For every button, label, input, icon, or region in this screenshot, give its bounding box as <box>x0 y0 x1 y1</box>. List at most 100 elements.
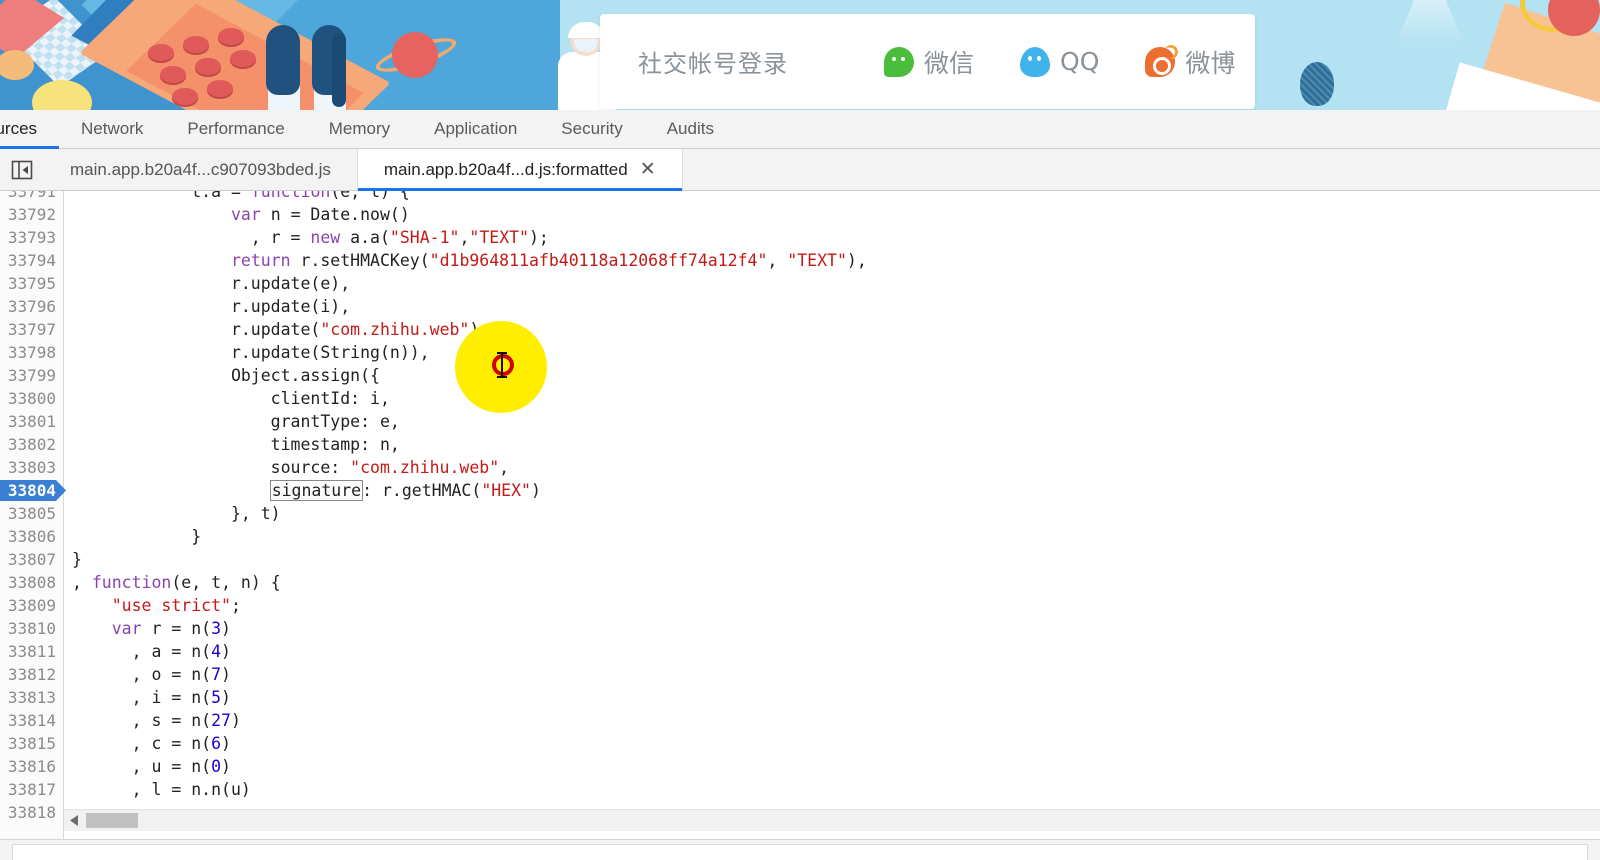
code-line-text: , i = n(5) <box>72 686 231 709</box>
code-line[interactable]: 33799 Object.assign({ <box>0 364 1600 387</box>
qq-icon <box>1020 46 1051 77</box>
code-line[interactable]: 33798 r.update(String(n)), <box>0 341 1600 364</box>
line-number[interactable]: 33801 <box>0 410 56 433</box>
code-line[interactable]: 33797 r.update("com.zhihu.web"), <box>0 318 1600 341</box>
line-number[interactable]: 33814 <box>0 709 56 732</box>
scrollbar-thumb[interactable] <box>86 813 138 828</box>
line-number[interactable]: 33803 <box>0 456 56 479</box>
code-line[interactable]: 33810 var r = n(3) <box>0 617 1600 640</box>
code-line[interactable]: 33809 "use strict"; <box>0 594 1600 617</box>
code-line[interactable]: 33815 , c = n(6) <box>0 732 1600 755</box>
code-line-text: var n = Date.now() <box>72 203 410 226</box>
code-line-text: timestamp: n, <box>72 433 400 456</box>
line-number[interactable]: 33811 <box>0 640 56 663</box>
line-number[interactable]: 33798 <box>0 341 56 364</box>
line-number[interactable]: 33799 <box>0 364 56 387</box>
line-number[interactable]: 33817 <box>0 778 56 801</box>
line-number[interactable]: 33809 <box>0 594 56 617</box>
code-line[interactable]: 33814 , s = n(27) <box>0 709 1600 732</box>
line-number[interactable]: 33813 <box>0 686 56 709</box>
line-number[interactable]: 33812 <box>0 663 56 686</box>
line-number[interactable]: 33818 <box>0 801 56 824</box>
code-token: return <box>230 251 291 270</box>
code-token: "TEXT" <box>787 251 847 270</box>
code-line[interactable]: 33804 signature: r.getHMAC("HEX") <box>0 479 1600 502</box>
code-token: r.update(String(n)), <box>72 343 430 362</box>
code-token: , <box>767 251 788 270</box>
social-login-weibo[interactable]: 微博 <box>1145 44 1235 80</box>
editor-horizontal-scrollbar[interactable] <box>64 809 1600 831</box>
code-token: , <box>459 228 470 247</box>
line-number[interactable]: 33802 <box>0 433 56 456</box>
tab-application[interactable]: Application <box>412 110 539 149</box>
line-number[interactable]: 33796 <box>0 295 56 318</box>
line-number[interactable]: 33791 <box>0 191 56 203</box>
code-token: ); <box>529 228 549 247</box>
code-line-text: clientId: i, <box>72 387 390 410</box>
file-tab-formatted[interactable]: main.app.b20a4f...d.js:formatted ✕ <box>357 149 683 191</box>
line-number[interactable]: 33808 <box>0 571 56 594</box>
code-line[interactable]: 33795 r.update(e), <box>0 272 1600 295</box>
code-line[interactable]: 33817 , l = n.n(u) <box>0 778 1600 801</box>
tab-sources[interactable]: ources <box>0 110 60 149</box>
code-token: , u = n( <box>72 757 212 776</box>
code-token: , s = n( <box>72 711 212 730</box>
code-line[interactable]: 33805 }, t) <box>0 502 1600 525</box>
line-number[interactable]: 33815 <box>0 732 56 755</box>
code-line[interactable]: 33811 , a = n(4) <box>0 640 1600 663</box>
code-line[interactable]: 33801 grantType: e, <box>0 410 1600 433</box>
code-line[interactable]: 33812 , o = n(7) <box>0 663 1600 686</box>
banner-lamp <box>1395 0 1465 46</box>
code-line[interactable]: 33796 r.update(i), <box>0 295 1600 318</box>
line-number[interactable]: 33804 <box>0 479 56 502</box>
code-line[interactable]: 33802 timestamp: n, <box>0 433 1600 456</box>
line-number[interactable]: 33797 <box>0 318 56 341</box>
code-token: timestamp: n, <box>72 435 400 454</box>
line-number[interactable]: 33793 <box>0 226 56 249</box>
code-line-text: , c = n(6) <box>72 732 231 755</box>
line-number[interactable]: 33800 <box>0 387 56 410</box>
code-token: 7 <box>211 665 222 684</box>
code-token: , <box>499 458 510 477</box>
code-line[interactable]: 33794 return r.setHMACKey("d1b964811afb4… <box>0 249 1600 272</box>
tab-security[interactable]: Security <box>539 110 644 149</box>
line-number[interactable]: 33807 <box>0 548 56 571</box>
code-token: ) <box>230 711 241 730</box>
tab-memory[interactable]: Memory <box>307 110 412 149</box>
tab-audits[interactable]: Audits <box>645 110 736 149</box>
code-line[interactable]: 33813 , i = n(5) <box>0 686 1600 709</box>
code-token: , <box>72 573 92 592</box>
line-number[interactable]: 33816 <box>0 755 56 778</box>
code-line[interactable]: 33803 source: "com.zhihu.web", <box>0 456 1600 479</box>
line-number[interactable]: 33795 <box>0 272 56 295</box>
line-number[interactable]: 33794 <box>0 249 56 272</box>
code-line[interactable]: 33792 var n = Date.now() <box>0 203 1600 226</box>
close-icon[interactable]: ✕ <box>640 160 656 179</box>
line-number[interactable]: 33805 <box>0 502 56 525</box>
code-line-text: , function(e, t, n) { <box>72 571 281 594</box>
scroll-left-arrow[interactable] <box>64 810 84 832</box>
line-number[interactable]: 33810 <box>0 617 56 640</box>
code-line[interactable]: 33816 , u = n(0) <box>0 755 1600 778</box>
tab-performance[interactable]: Performance <box>165 110 306 149</box>
social-login-qq[interactable]: QQ <box>1020 46 1099 77</box>
show-navigator-icon[interactable] <box>0 149 44 190</box>
code-line[interactable]: 33800 clientId: i, <box>0 387 1600 410</box>
code-token: r = n( <box>141 619 212 638</box>
code-line[interactable]: 33793 , r = new a.a("SHA-1","TEXT"); <box>0 226 1600 249</box>
source-code-editor[interactable]: 33791 t.a = function(e, t) {33792 var n … <box>0 191 1600 839</box>
code-token: t.a <box>191 191 222 201</box>
line-number[interactable]: 33792 <box>0 203 56 226</box>
tab-network[interactable]: Network <box>59 110 165 149</box>
file-tab-minified[interactable]: main.app.b20a4f...c907093bded.js <box>44 149 358 190</box>
code-line-text: } <box>72 525 201 548</box>
code-line[interactable]: 33808 , function(e, t, n) { <box>0 571 1600 594</box>
line-number[interactable]: 33806 <box>0 525 56 548</box>
code-line[interactable]: 33806 } <box>0 525 1600 548</box>
social-login-wechat[interactable]: 微信 <box>884 44 974 80</box>
code-token: "SHA-1" <box>389 228 460 247</box>
cursor-click-ring <box>492 354 514 376</box>
code-line[interactable]: 33807} <box>0 548 1600 571</box>
code-line[interactable]: 33791 t.a = function(e, t) { <box>0 191 1600 203</box>
